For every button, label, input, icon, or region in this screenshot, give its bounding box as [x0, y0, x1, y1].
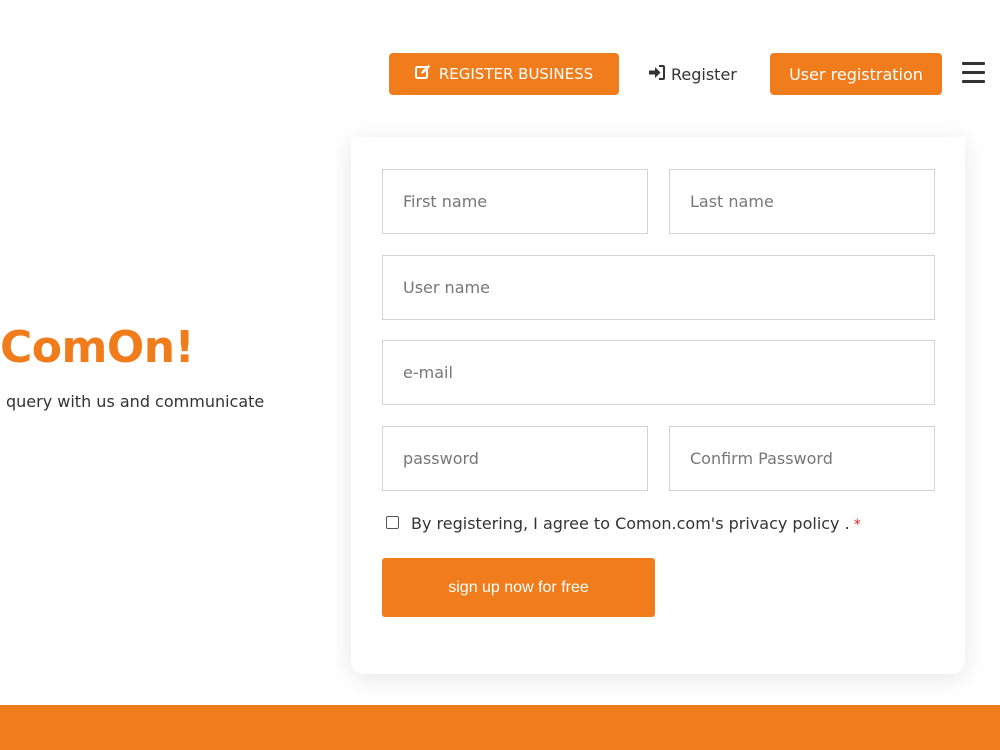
privacy-policy-text: By registering, I agree to Comon.com's p…	[411, 514, 850, 533]
hero-subtitle: query with us and communicate	[6, 392, 265, 411]
edit-icon	[414, 64, 431, 84]
register-link[interactable]: Register	[648, 53, 737, 95]
last-name-input[interactable]	[669, 169, 935, 234]
confirm-password-input[interactable]	[669, 426, 935, 491]
sign-in-icon	[648, 64, 665, 84]
register-link-label: Register	[671, 64, 737, 84]
sign-up-button[interactable]: sign up now for free	[382, 558, 655, 617]
first-name-input[interactable]	[382, 169, 648, 234]
privacy-policy-checkbox[interactable]	[386, 516, 399, 529]
privacy-policy-label: By registering, I agree to Comon.com's p…	[411, 514, 861, 533]
menu-icon[interactable]	[962, 62, 985, 84]
required-marker: *	[853, 517, 861, 533]
password-input[interactable]	[382, 426, 648, 491]
user-registration-label: User registration	[789, 64, 923, 84]
user-name-input[interactable]	[382, 255, 935, 320]
sign-up-label: sign up now for free	[448, 578, 589, 596]
register-business-button[interactable]: REGISTER BUSINESS	[389, 53, 619, 95]
hero-title: ComOn!	[0, 322, 195, 373]
footer-bar	[0, 705, 1000, 750]
user-registration-button[interactable]: User registration	[770, 53, 942, 95]
register-business-label: REGISTER BUSINESS	[438, 65, 594, 83]
email-input[interactable]	[382, 340, 935, 405]
